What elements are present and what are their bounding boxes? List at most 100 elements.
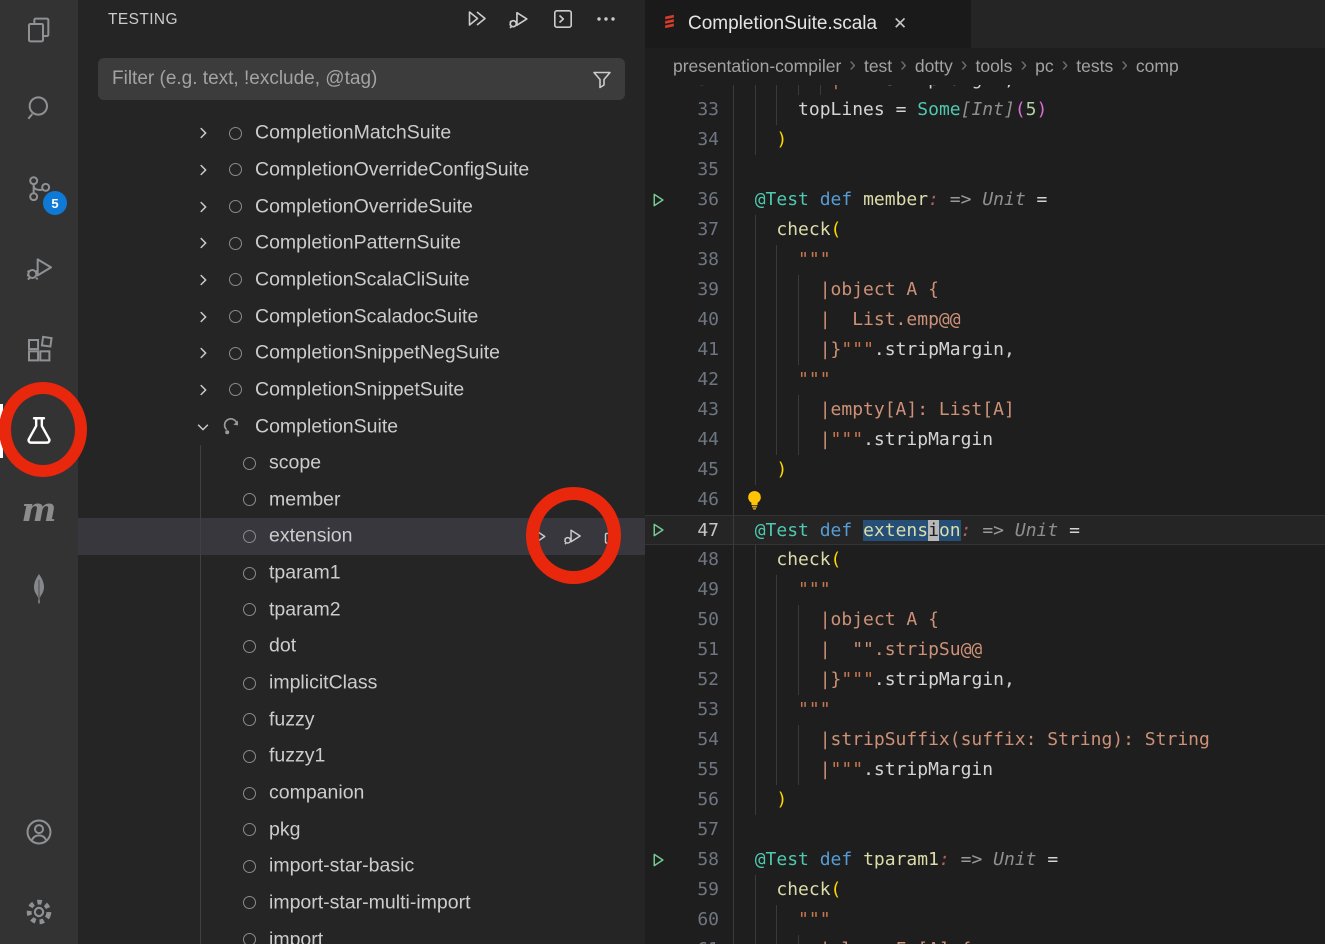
code-text: |}""".stripMargin, <box>733 665 1015 695</box>
code-line-42[interactable]: 42 """ <box>645 365 1325 395</box>
chevron-right-icon[interactable] <box>194 198 212 216</box>
test-filter-input[interactable] <box>98 68 587 90</box>
run-test-icon[interactable] <box>527 524 551 548</box>
chevron-right-icon[interactable] <box>194 344 212 362</box>
code-line-46[interactable]: 46 <box>645 485 1325 515</box>
breadcrumb-item-comp[interactable]: comp <box>1136 56 1179 77</box>
code-line-44[interactable]: 44 |""".stripMargin <box>645 425 1325 455</box>
breadcrumb-item-tests[interactable]: tests <box>1076 56 1113 77</box>
code-line-54[interactable]: 54 |stripSuffix(suffix: String): String <box>645 725 1325 755</box>
chevron-right-icon[interactable] <box>194 271 212 289</box>
chevron-right-icon[interactable] <box>194 124 212 142</box>
tree-item-companion[interactable]: companion <box>78 775 645 812</box>
code-line-56[interactable]: 56 ) <box>645 785 1325 815</box>
show-output-icon[interactable] <box>549 5 577 33</box>
breadcrumb-item-dotty[interactable]: dotty <box>915 56 953 77</box>
code-editor[interactable]: 32 |""".stripMargin,33 topLines = Some[I… <box>645 85 1325 944</box>
breadcrumb-item-presentation-compiler[interactable]: presentation-compiler <box>673 56 841 77</box>
code-line-61[interactable]: 61 |class Fo[A] { <box>645 935 1325 944</box>
tree-item-label: tparam1 <box>269 562 341 585</box>
code-line-40[interactable]: 40 | List.emp@@ <box>645 305 1325 335</box>
tree-item-CompletionOverrideConfigSuite[interactable]: CompletionOverrideConfigSuite <box>78 152 645 189</box>
code-line-37[interactable]: 37 check( <box>645 215 1325 245</box>
mongodb-leaf-icon[interactable] <box>15 565 63 613</box>
tree-item-CompletionMatchSuite[interactable]: CompletionMatchSuite <box>78 115 645 152</box>
code-line-47[interactable]: 47 @Test def extension: => Unit = <box>645 515 1325 545</box>
code-line-41[interactable]: 41 |}""".stripMargin, <box>645 335 1325 365</box>
lightbulb-icon[interactable] <box>745 490 764 510</box>
tree-item-CompletionSuite[interactable]: CompletionSuite <box>78 408 645 445</box>
tree-item-pkg[interactable]: pkg <box>78 811 645 848</box>
tab-completionsuite[interactable]: CompletionSuite.scala ✕ <box>645 0 971 48</box>
tree-item-CompletionOverrideSuite[interactable]: CompletionOverrideSuite <box>78 188 645 225</box>
code-line-33[interactable]: 33 topLines = Some[Int](5) <box>645 95 1325 125</box>
testing-beaker-icon[interactable] <box>15 407 63 455</box>
code-line-50[interactable]: 50 |object A { <box>645 605 1325 635</box>
testing-sidebar: TESTING <box>78 0 645 944</box>
code-line-60[interactable]: 60 """ <box>645 905 1325 935</box>
tree-item-fuzzy[interactable]: fuzzy <box>78 701 645 738</box>
line-number: 38 <box>663 245 719 275</box>
code-line-43[interactable]: 43 |empty[A]: List[A] <box>645 395 1325 425</box>
tab-close-icon[interactable]: ✕ <box>893 14 907 34</box>
breadcrumb-item-pc[interactable]: pc <box>1035 56 1053 77</box>
line-number: 47 <box>663 516 719 546</box>
tree-item-tparam1[interactable]: tparam1 <box>78 555 645 592</box>
tree-item-import-star-multi-import[interactable]: import-star-multi-import <box>78 885 645 922</box>
chevron-right-icon[interactable] <box>194 381 212 399</box>
code-line-32[interactable]: 32 |""".stripMargin, <box>645 85 1325 95</box>
debug-test-icon[interactable] <box>560 524 584 548</box>
code-line-52[interactable]: 52 |}""".stripMargin, <box>645 665 1325 695</box>
extensions-icon[interactable] <box>15 326 63 374</box>
run-debug-icon[interactable] <box>15 244 63 292</box>
filter-funnel-icon[interactable] <box>587 67 617 91</box>
tree-item-CompletionSnippetNegSuite[interactable]: CompletionSnippetNegSuite <box>78 335 645 372</box>
files-icon[interactable] <box>15 6 63 54</box>
tree-item-CompletionScalaCliSuite[interactable]: CompletionScalaCliSuite <box>78 262 645 299</box>
code-line-35[interactable]: 35 <box>645 155 1325 185</box>
chevron-right-icon[interactable] <box>194 161 212 179</box>
goto-test-icon[interactable] <box>600 524 624 548</box>
breadcrumb-separator: › <box>961 54 968 77</box>
tree-item-import[interactable]: import <box>78 921 645 944</box>
account-icon[interactable] <box>15 808 63 856</box>
code-line-58[interactable]: 58 @Test def tparam1: => Unit = <box>645 845 1325 875</box>
search-icon[interactable] <box>15 84 63 132</box>
code-line-51[interactable]: 51 | "".stripSu@@ <box>645 635 1325 665</box>
tree-item-fuzzy1[interactable]: fuzzy1 <box>78 738 645 775</box>
tree-item-tparam2[interactable]: tparam2 <box>78 591 645 628</box>
code-line-34[interactable]: 34 ) <box>645 125 1325 155</box>
tree-indent-guide <box>200 445 201 944</box>
tree-item-import-star-basic[interactable]: import-star-basic <box>78 848 645 885</box>
code-line-57[interactable]: 57 <box>645 815 1325 845</box>
tree-item-scope[interactable]: scope <box>78 445 645 482</box>
chevron-right-icon[interactable] <box>194 308 212 326</box>
tree-item-CompletionPatternSuite[interactable]: CompletionPatternSuite <box>78 225 645 262</box>
tree-item-extension[interactable]: extension <box>78 518 645 555</box>
debug-all-tests-icon[interactable] <box>504 5 532 33</box>
breadcrumb-item-tools[interactable]: tools <box>975 56 1012 77</box>
code-line-53[interactable]: 53 """ <box>645 695 1325 725</box>
code-line-49[interactable]: 49 """ <box>645 575 1325 605</box>
code-line-59[interactable]: 59 check( <box>645 875 1325 905</box>
code-line-39[interactable]: 39 |object A { <box>645 275 1325 305</box>
chevron-down-icon[interactable] <box>194 418 212 436</box>
more-actions-icon[interactable] <box>592 5 620 33</box>
tree-item-member[interactable]: member <box>78 482 645 519</box>
code-line-55[interactable]: 55 |""".stripMargin <box>645 755 1325 785</box>
breadcrumb-item-test[interactable]: test <box>864 56 892 77</box>
code-line-48[interactable]: 48 check( <box>645 545 1325 575</box>
tree-item-CompletionScaladocSuite[interactable]: CompletionScaladocSuite <box>78 298 645 335</box>
chevron-right-icon[interactable] <box>194 234 212 252</box>
run-all-tests-icon[interactable] <box>463 5 491 33</box>
tree-item-label: import-star-basic <box>269 855 414 878</box>
tree-item-implicitClass[interactable]: implicitClass <box>78 665 645 702</box>
settings-gear-icon[interactable] <box>15 888 63 936</box>
code-line-36[interactable]: 36 @Test def member: => Unit = <box>645 185 1325 215</box>
tree-item-dot[interactable]: dot <box>78 628 645 665</box>
code-line-45[interactable]: 45 ) <box>645 455 1325 485</box>
metals-m-icon[interactable]: m <box>15 485 63 533</box>
test-state-circle-icon <box>229 127 242 140</box>
code-line-38[interactable]: 38 """ <box>645 245 1325 275</box>
tree-item-CompletionSnippetSuite[interactable]: CompletionSnippetSuite <box>78 372 645 409</box>
